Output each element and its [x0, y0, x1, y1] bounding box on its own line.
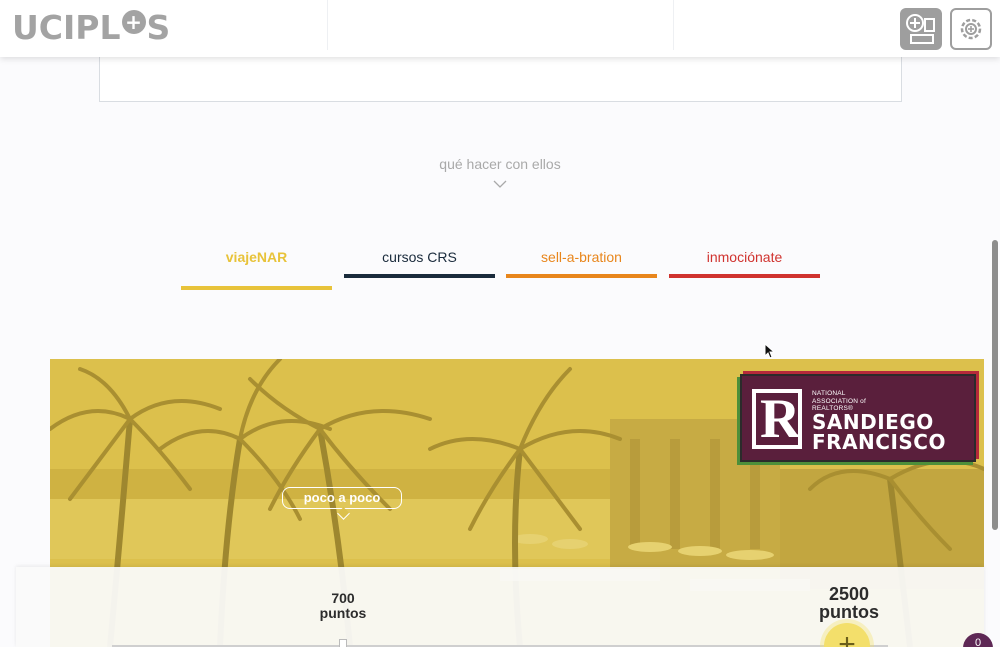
page-scrollbar[interactable]	[992, 240, 998, 530]
logo-text-left: UCIPL	[12, 8, 121, 47]
tab-label: cursos CRS	[382, 249, 457, 265]
header-ghost-tab	[327, 0, 674, 50]
tab-inmocionate[interactable]: inmociónate	[669, 248, 820, 278]
tab-sell-a-bration[interactable]: sell-a-bration	[506, 248, 657, 278]
tab-label: inmociónate	[706, 249, 783, 265]
points-slider-knob[interactable]: +	[824, 623, 870, 647]
tab-label: viajeNAR	[225, 249, 288, 265]
mouse-cursor-icon	[764, 343, 776, 359]
uciplus-logo[interactable]: UCIPL + S	[12, 9, 170, 47]
nar-city-line2: FRANCISCO	[812, 430, 946, 454]
tab-underline	[669, 274, 820, 278]
logo-text-right: S	[146, 8, 171, 47]
points-slider-min-handle[interactable]	[339, 639, 347, 647]
tab-label: sell-a-bration	[541, 249, 622, 265]
settings-button[interactable]	[950, 8, 992, 50]
min-points-label: 700 puntos	[319, 590, 367, 621]
tab-underline	[506, 274, 657, 278]
tab-underline-active	[181, 286, 332, 290]
nar-city-line1: SANDIEGO	[812, 410, 934, 434]
points-slider-panel: 700 puntos 2500 puntos +	[16, 567, 984, 647]
tab-cursos-crs[interactable]: cursos CRS	[344, 248, 495, 278]
what-to-do-heading: qué hacer con ellos	[439, 156, 561, 172]
poco-a-poco-bubble: poco a poco	[282, 487, 402, 509]
tab-viajenar[interactable]: viajeNAR	[181, 248, 332, 290]
nar-sandiego-logo: R NATIONAL ASSOCIATION of REALTORS® SAND…	[740, 374, 976, 462]
chevron-down-icon[interactable]	[493, 180, 507, 189]
tab-underline	[344, 274, 495, 278]
logo-plus-icon: +	[121, 10, 146, 34]
realtor-r-icon: R	[752, 388, 802, 450]
add-card-icon	[906, 14, 935, 44]
add-card-button[interactable]	[900, 8, 942, 50]
max-points-label: 2500 puntos	[819, 584, 879, 622]
top-header: UCIPL + S	[0, 0, 1000, 57]
settings-gear-icon	[960, 18, 982, 40]
